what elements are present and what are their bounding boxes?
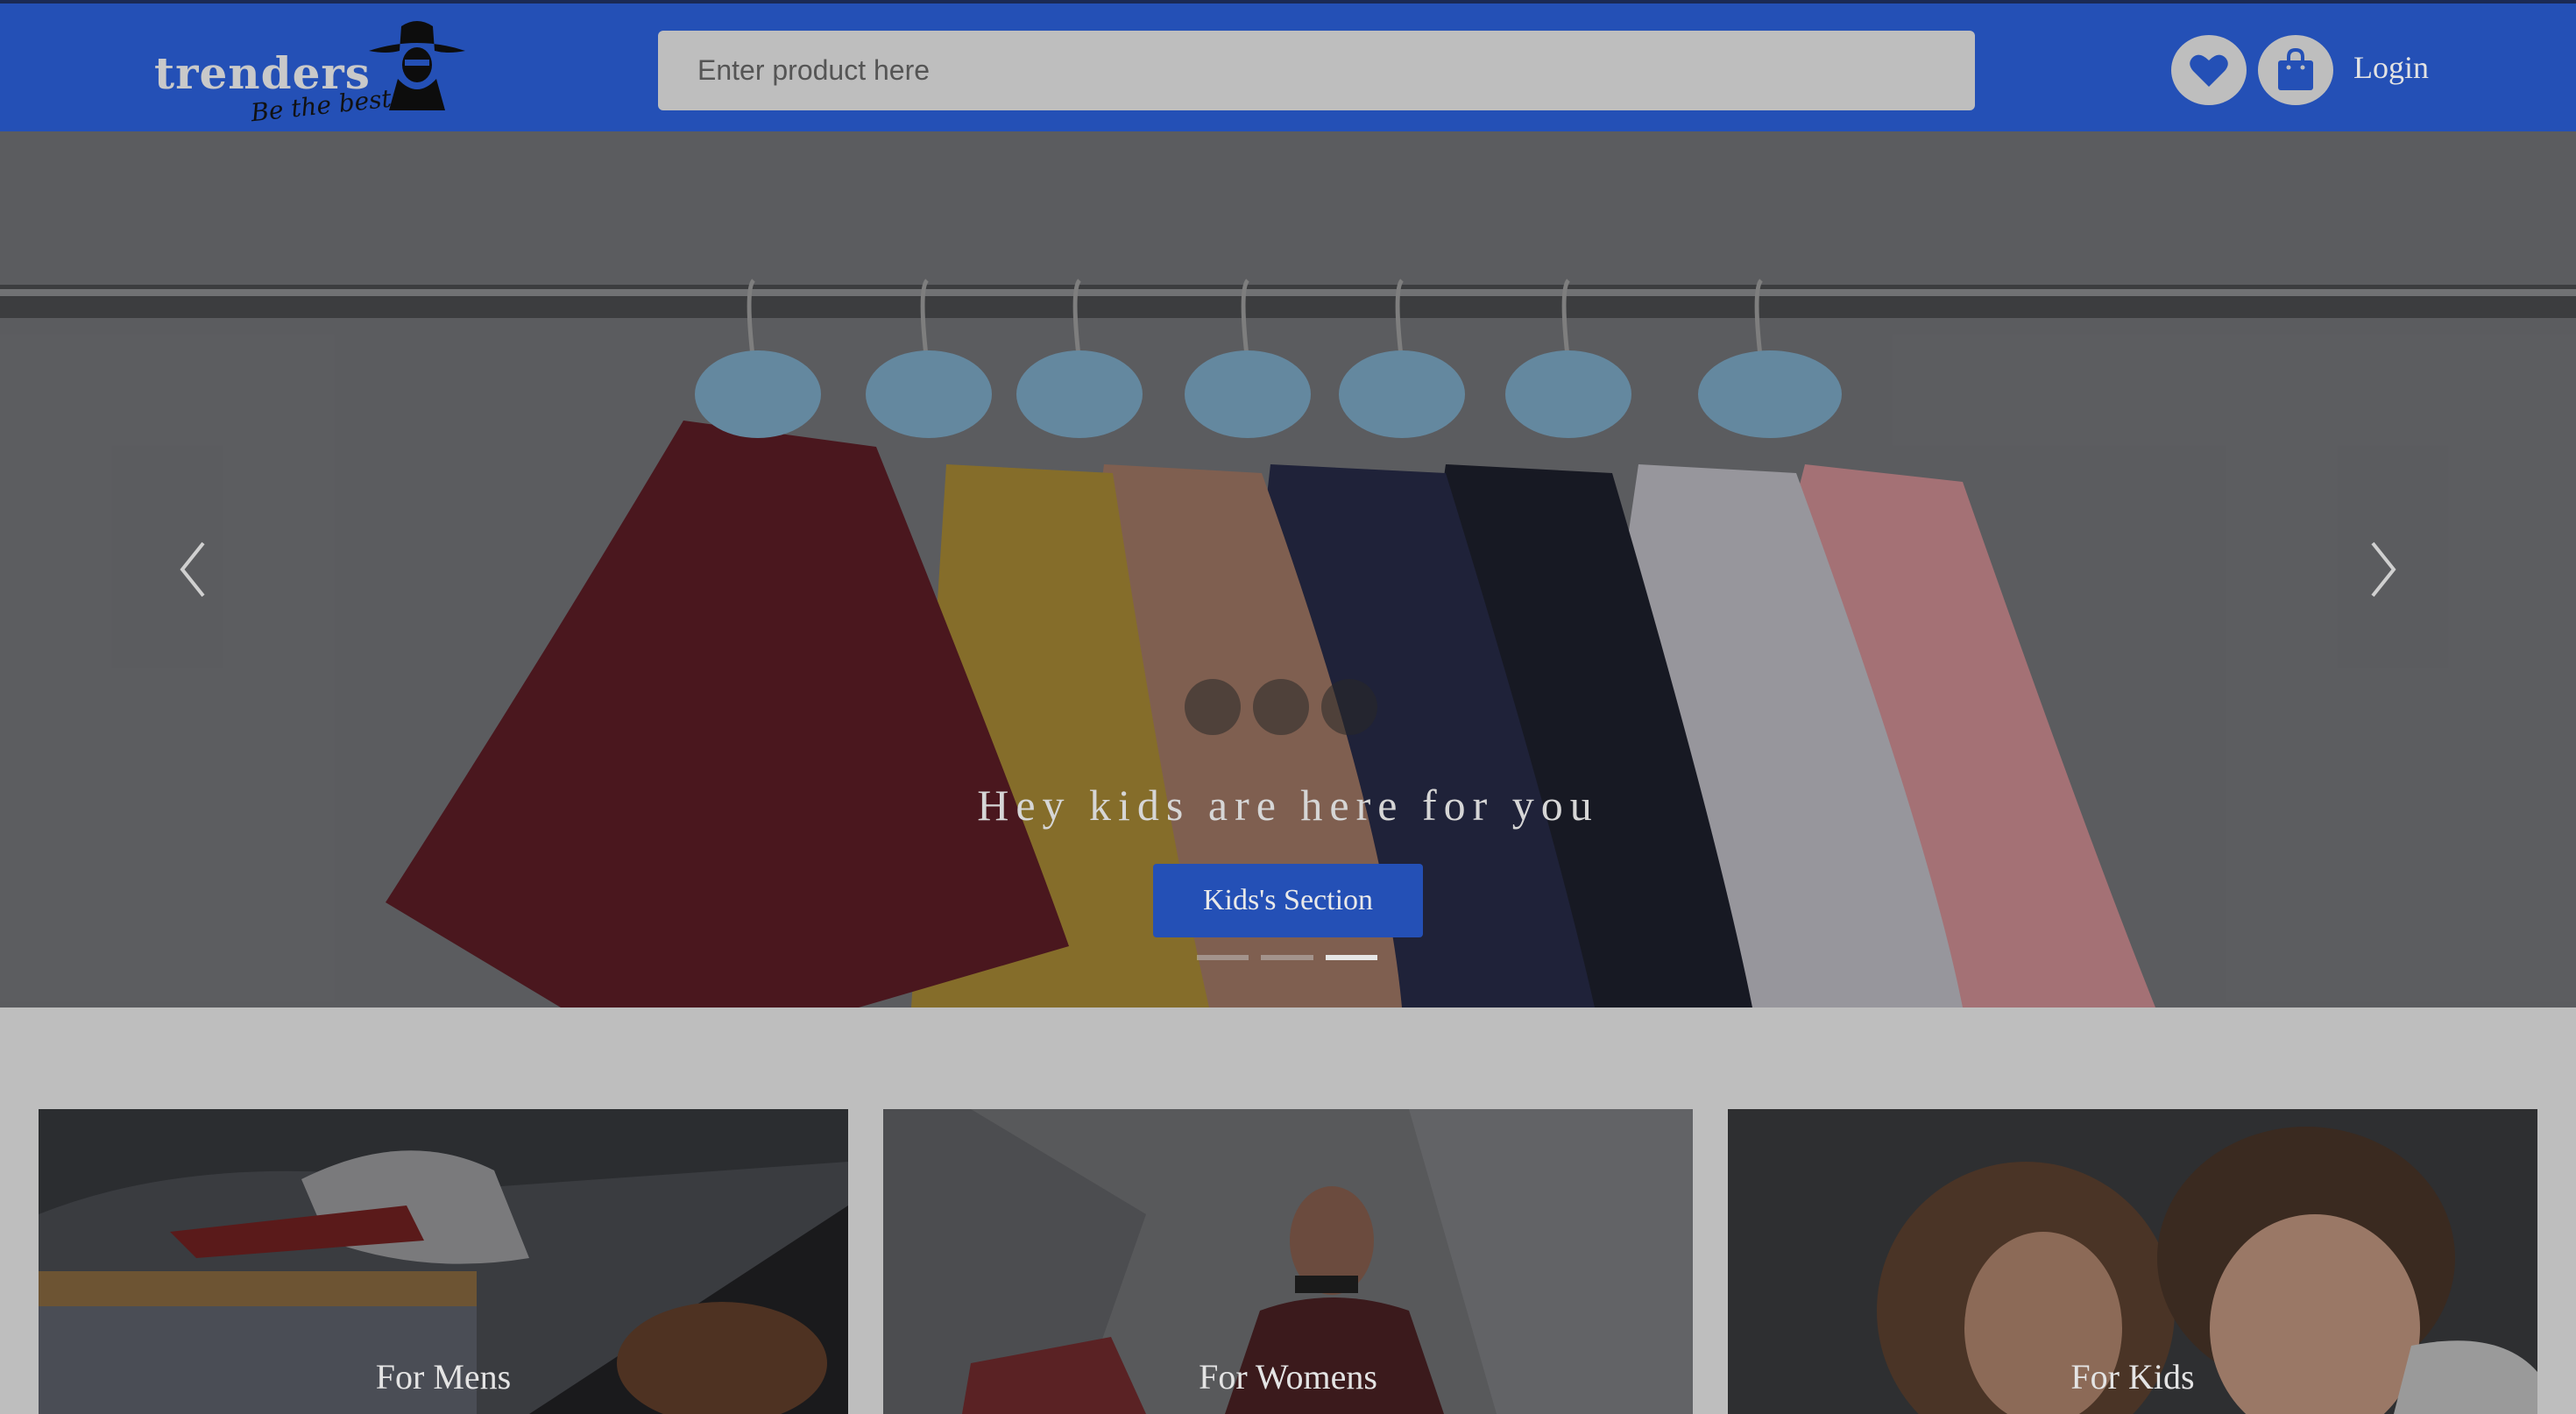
shopping-bag-icon [2278,48,2313,90]
carousel-indicator-2[interactable] [1261,955,1313,960]
hero-caption: Hey kids are here for you [977,781,1599,830]
navbar: trenders Be the best Login [0,0,2576,131]
chevron-right-icon[interactable] [2357,534,2410,604]
chevron-left-icon[interactable] [166,534,219,604]
carousel-indicator-3[interactable] [1325,955,1377,960]
category-card-womens[interactable]: For Womens [883,1109,1693,1414]
heart-icon [2190,54,2228,87]
carousel-indicator-1[interactable] [1197,955,1249,960]
loading-dot [1185,679,1241,735]
search-input[interactable] [658,31,1975,110]
login-link[interactable]: Login [2353,49,2429,86]
brand-logo[interactable]: trenders Be the best [154,16,470,127]
category-card-kids[interactable]: For Kids [1728,1109,2537,1414]
wishlist-button[interactable] [2171,35,2247,105]
category-label-mens: For Mens [375,1357,512,1396]
kids-section-button[interactable]: Kids's Section [1153,864,1423,937]
loading-dot [1253,679,1309,735]
cart-button[interactable] [2258,35,2333,105]
category-label-kids: For Kids [2070,1357,2195,1396]
carousel-indicators [1197,955,1377,960]
hero-carousel: Hey kids are here for you Kids's Section [0,131,2576,1007]
loading-dots [1185,679,1395,740]
woman-hat-logo-icon [369,21,465,110]
category-label-womens: For Womens [1199,1357,1377,1396]
category-card-mens[interactable]: For Mens [39,1109,848,1414]
loading-dot [1321,679,1377,735]
category-cards: For Mens For Womens For Kids [0,1109,2576,1414]
